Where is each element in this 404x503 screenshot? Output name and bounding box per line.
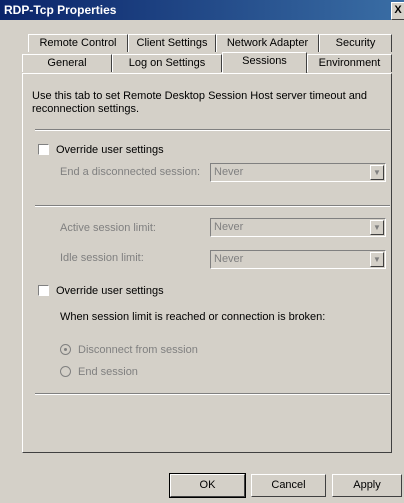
tab-environment[interactable]: Environment [307,54,392,72]
tab-log-on-settings[interactable]: Log on Settings [112,54,222,72]
override-user-settings-checkbox-1[interactable] [38,144,49,155]
active-session-limit-value: Never [214,221,244,233]
window-title: RDP-Tcp Properties [4,3,117,17]
separator [35,393,390,395]
active-session-limit-dropdown[interactable]: Never ▼ [210,218,386,237]
radio-selected-dot [64,348,67,351]
tab-sessions[interactable]: Sessions [222,52,307,73]
title-bar: RDP-Tcp Properties X [0,0,404,20]
override-user-settings-checkbox-2[interactable] [38,285,49,296]
chevron-down-icon[interactable]: ▼ [370,220,384,235]
override-user-settings-label-2: Override user settings [56,285,164,297]
tab-row-2: General Log on Settings Sessions Environ… [22,52,392,73]
end-disconnected-session-label: End a disconnected session: [60,166,201,178]
cancel-button[interactable]: Cancel [251,474,326,497]
active-session-limit-label: Active session limit: [60,222,156,234]
chevron-down-icon[interactable]: ▼ [370,252,384,267]
disconnect-from-session-label: Disconnect from session [78,344,198,356]
tab-remote-control[interactable]: Remote Control [28,34,128,52]
sessions-description: Use this tab to set Remote Desktop Sessi… [32,90,368,115]
tab-network-adapter[interactable]: Network Adapter [216,34,319,52]
chevron-down-icon[interactable]: ▼ [370,165,384,180]
tab-security[interactable]: Security [319,34,392,52]
disconnect-from-session-radio[interactable] [60,344,71,355]
close-icon[interactable]: X [391,2,404,20]
separator [35,129,390,131]
idle-session-limit-label: Idle session limit: [60,252,144,264]
override-user-settings-label-1: Override user settings [56,144,164,156]
end-session-label: End session [78,366,138,378]
when-session-limit-label: When session limit is reached or connect… [60,311,326,323]
ok-button[interactable]: OK [169,473,246,498]
end-disconnected-session-value: Never [214,166,244,178]
separator [35,205,390,207]
apply-button[interactable]: Apply [332,474,402,497]
end-session-radio[interactable] [60,366,71,377]
tab-general[interactable]: General [22,54,112,72]
end-disconnected-session-dropdown[interactable]: Never ▼ [210,163,386,182]
idle-session-limit-value: Never [214,253,244,265]
idle-session-limit-dropdown[interactable]: Never ▼ [210,250,386,269]
tab-client-settings[interactable]: Client Settings [128,34,216,52]
tab-row-1: Remote Control Client Settings Network A… [28,34,392,53]
